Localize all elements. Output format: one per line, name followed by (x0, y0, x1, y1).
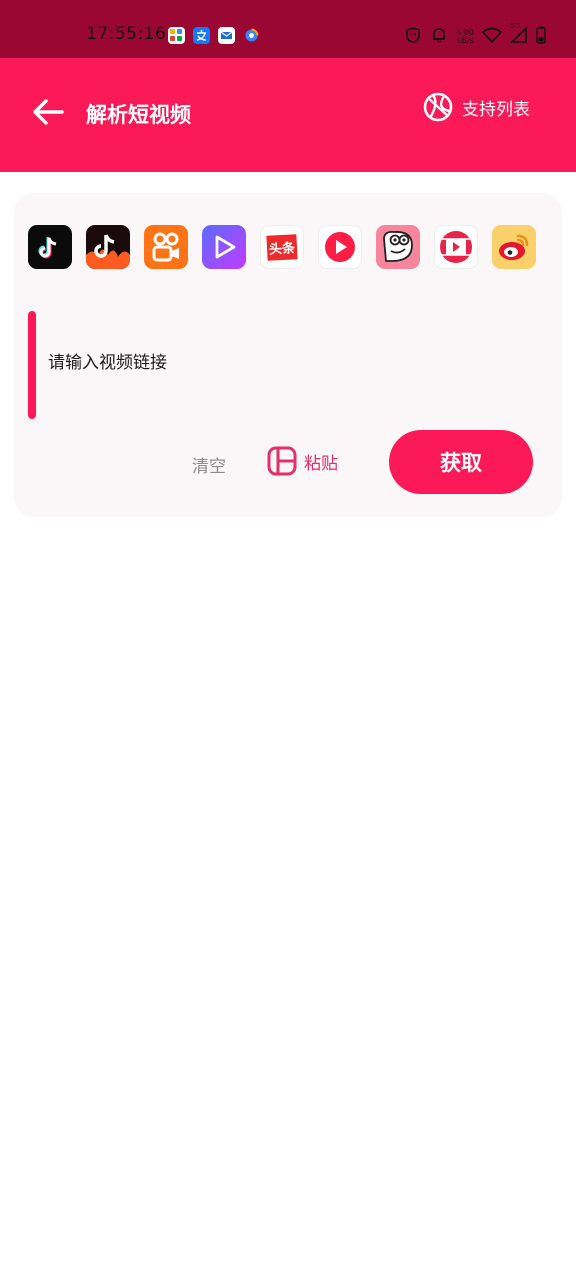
platform-list: 头条 (28, 225, 536, 269)
status-bar: 17:55:16 4.00 KB/s 5G (0, 0, 576, 58)
clear-button[interactable]: 清空 (192, 452, 226, 477)
support-list-button[interactable]: 支持列表 (422, 91, 530, 123)
wifi-icon (481, 27, 503, 47)
bell-icon (430, 26, 448, 48)
clipboard-layout-icon (267, 446, 297, 476)
page-title: 解析短视频 (86, 103, 191, 127)
video-link-input[interactable] (48, 338, 538, 388)
app-grid-icon (168, 27, 185, 44)
toutiao-icon[interactable]: 头条 (260, 225, 304, 269)
play-gradient-icon[interactable] (202, 225, 246, 269)
tiktok-icon[interactable] (28, 225, 72, 269)
douyin-fire-icon[interactable] (86, 225, 130, 269)
status-system-icons: 4.00 KB/s 5G (404, 22, 546, 48)
battery-icon (536, 26, 546, 48)
net-speed-unit: KB/s (456, 36, 474, 45)
status-time: 17:55:16 (86, 24, 167, 44)
alipay-icon (193, 27, 210, 44)
paste-button[interactable]: 粘贴 (266, 445, 338, 477)
toutiao-label: 头条 (266, 233, 298, 261)
xigua-icon[interactable] (318, 225, 362, 269)
browser-app-icon (243, 27, 260, 44)
network-badge: 5G (510, 22, 520, 30)
app-header: 解析短视频 支持列表 (0, 58, 576, 172)
basketball-icon (423, 92, 453, 122)
mail-app-icon (218, 27, 235, 44)
paste-label: 粘贴 (304, 453, 338, 474)
back-button[interactable] (28, 96, 68, 128)
fetch-button[interactable]: 获取 (389, 430, 533, 494)
shield-icon (404, 26, 422, 48)
kuaishou-icon[interactable] (144, 225, 188, 269)
parse-card: 头条 请输入视频链接 清空 粘贴 获取 (14, 193, 562, 517)
net-speed: 4.00 KB/s (456, 29, 474, 45)
arrow-left-icon (33, 99, 64, 125)
tv-play-icon[interactable] (434, 225, 478, 269)
status-notification-icons (168, 27, 260, 44)
signal-icon: 5G (510, 22, 528, 48)
input-accent-bar (28, 311, 36, 419)
weibo-icon[interactable] (492, 225, 536, 269)
pipixia-icon[interactable] (376, 225, 420, 269)
support-list-label: 支持列表 (462, 99, 530, 120)
